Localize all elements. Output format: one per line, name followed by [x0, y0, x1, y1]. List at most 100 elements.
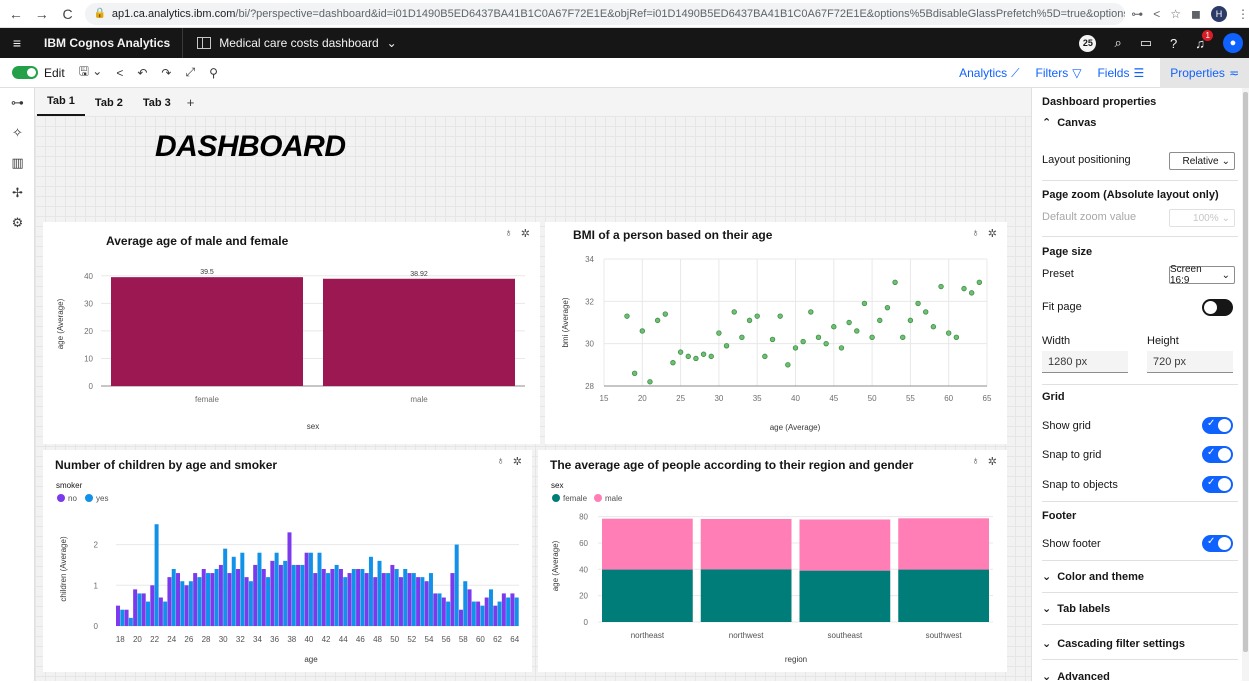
filters-button[interactable]: Filters ▽	[1036, 66, 1082, 80]
panel-scrollbar[interactable]	[1242, 88, 1249, 681]
undo-icon[interactable]: ↶	[137, 66, 147, 80]
share-icon[interactable]: <	[116, 66, 123, 80]
show-footer-toggle[interactable]: ✓	[1202, 535, 1233, 552]
check-icon: ✓	[1207, 536, 1216, 547]
bar	[133, 589, 138, 626]
redo-icon[interactable]: ↷	[161, 66, 171, 80]
x-tick-label: 34	[253, 635, 262, 644]
footer-heading: Footer	[1042, 510, 1077, 522]
share-icon[interactable]: <	[1153, 7, 1160, 21]
pin-icon[interactable]: ✧	[0, 118, 35, 148]
x-tick-label: 24	[167, 635, 176, 644]
chat-icon[interactable]: ▭	[1140, 35, 1152, 51]
widget-children-age[interactable]: Number of children by age and smoker ♁ ✲ …	[43, 450, 532, 672]
x-tick-label: 20	[638, 394, 647, 403]
edit-toggle[interactable]	[12, 66, 38, 79]
chevron-down-icon: ⌄	[1221, 269, 1230, 281]
pin-icon[interactable]: ⚲	[209, 66, 218, 80]
bar	[296, 564, 301, 626]
chevron-down-icon: ⌄	[1042, 603, 1052, 615]
preset-select[interactable]: Screen 16:9 ⌄	[1169, 264, 1235, 286]
url-bar[interactable]: 🔒 ap1.ca.analytics.ibm.com /bi/?perspect…	[85, 2, 1126, 25]
x-axis-label: region	[785, 655, 807, 664]
browser-bar: ← → C 🔒 ap1.ca.analytics.ibm.com /bi/?pe…	[0, 0, 1249, 28]
bar	[124, 609, 129, 626]
legend-title: sex	[551, 481, 563, 490]
bar-segment	[898, 518, 989, 570]
scrollbar-thumb[interactable]	[1243, 92, 1248, 652]
help-icon[interactable]: ?	[1170, 36, 1177, 51]
bar	[176, 573, 181, 626]
layout-positioning-select[interactable]: Relative ⌄	[1169, 152, 1235, 170]
bar	[510, 593, 515, 626]
fit-page-toggle[interactable]	[1202, 299, 1233, 316]
advanced-section[interactable]: ⌄ Advanced	[1042, 670, 1110, 683]
widget-age-region[interactable]: The average age of people according to t…	[538, 450, 1007, 672]
scatter-point	[731, 309, 737, 315]
width-input[interactable]: 1280 px	[1042, 351, 1128, 373]
back-arrow-icon[interactable]: ←	[6, 4, 26, 24]
chart-age-region: sexfemale male 0 20 40 60 80 northeast northwest…	[551, 481, 993, 664]
bar	[304, 552, 309, 626]
x-tick-label: 52	[407, 635, 416, 644]
color-theme-section[interactable]: ⌄ Color and theme	[1042, 570, 1144, 584]
x-tick-label: 50	[390, 635, 399, 644]
scatter-point	[785, 362, 791, 368]
analytics-button[interactable]: Analytics ⟋	[959, 66, 1019, 81]
bar	[373, 577, 378, 626]
bar	[180, 581, 185, 626]
tab-3[interactable]: Tab 3	[133, 97, 181, 116]
cascading-section[interactable]: ⌄ Cascading filter settings	[1042, 637, 1185, 651]
dashboard-selector[interactable]: Medical care costs dashboard ⌄	[183, 36, 397, 50]
bar	[493, 605, 498, 626]
widgets-icon[interactable]: ✢	[0, 178, 35, 208]
tab-1[interactable]: Tab 1	[37, 95, 85, 116]
scatter-point	[624, 313, 630, 319]
reload-icon[interactable]: C	[58, 4, 78, 24]
properties-label: Properties	[1170, 66, 1225, 80]
star-icon[interactable]: ☆	[1170, 7, 1181, 21]
x-tick-label: 22	[150, 635, 159, 644]
widget-age-sex[interactable]: Average age of male and female ♁ ✲ 0 10 20 3…	[43, 222, 540, 444]
show-grid-toggle[interactable]: ✓	[1202, 417, 1233, 434]
tab-labels-section[interactable]: ⌄ Tab labels	[1042, 602, 1110, 616]
notification-icon[interactable]: ♫ 1	[1195, 29, 1214, 51]
notification-count: 1	[1202, 29, 1214, 41]
fullscreen-icon[interactable]: ⤢	[185, 65, 195, 80]
forward-arrow-icon[interactable]: →	[32, 4, 52, 24]
window-icon[interactable]: ◼	[1191, 7, 1201, 21]
x-tick-label: 30	[714, 394, 723, 403]
widget-bmi-age[interactable]: BMI of a person based on their age ♁ ✲ 28…	[545, 222, 1007, 444]
menu-icon[interactable]: ≡	[0, 35, 34, 51]
bar	[167, 577, 172, 626]
profile-avatar[interactable]: H	[1211, 5, 1228, 22]
save-icon[interactable]: 🖫 ⌄	[79, 62, 103, 83]
properties-button[interactable]: Properties ≂	[1160, 58, 1249, 88]
scatter-point	[838, 345, 845, 351]
key-icon[interactable]: ⊶	[1131, 7, 1143, 21]
user-icon[interactable]: ●	[1223, 33, 1243, 53]
x-tick-label: 56	[442, 635, 451, 644]
snap-grid-toggle[interactable]: ✓	[1202, 446, 1233, 463]
search-icon[interactable]: ⌕	[1114, 35, 1121, 51]
data-tree-icon[interactable]: ⊶	[0, 88, 35, 118]
bar	[184, 585, 189, 626]
browser-menu-icon[interactable]: ⋮	[1237, 7, 1249, 21]
add-tab-button[interactable]: +	[181, 95, 205, 116]
dashboard-title[interactable]: DASHBOARD	[155, 130, 346, 164]
bar	[416, 577, 421, 626]
fields-button[interactable]: Fields ☰	[1097, 66, 1144, 80]
visualizations-icon[interactable]: ▥	[0, 148, 35, 178]
snap-objects-toggle[interactable]: ✓	[1202, 476, 1233, 493]
scatter-point	[861, 300, 868, 307]
height-input[interactable]: 720 px	[1147, 351, 1233, 373]
bar	[390, 564, 395, 626]
divider	[1042, 592, 1238, 593]
activity-badge[interactable]: 25	[1079, 34, 1097, 52]
chart-age-sex: 0 10 20 30 40 39.5 female 38.92 male sex age (Aver…	[56, 269, 525, 431]
assistant-icon[interactable]: ⚙	[0, 208, 35, 238]
tab-2[interactable]: Tab 2	[85, 97, 133, 116]
canvas-section-toggle[interactable]: ⌃ Canvas	[1042, 116, 1096, 130]
bar-segment	[602, 518, 693, 570]
x-tick-label: 60	[476, 635, 485, 644]
